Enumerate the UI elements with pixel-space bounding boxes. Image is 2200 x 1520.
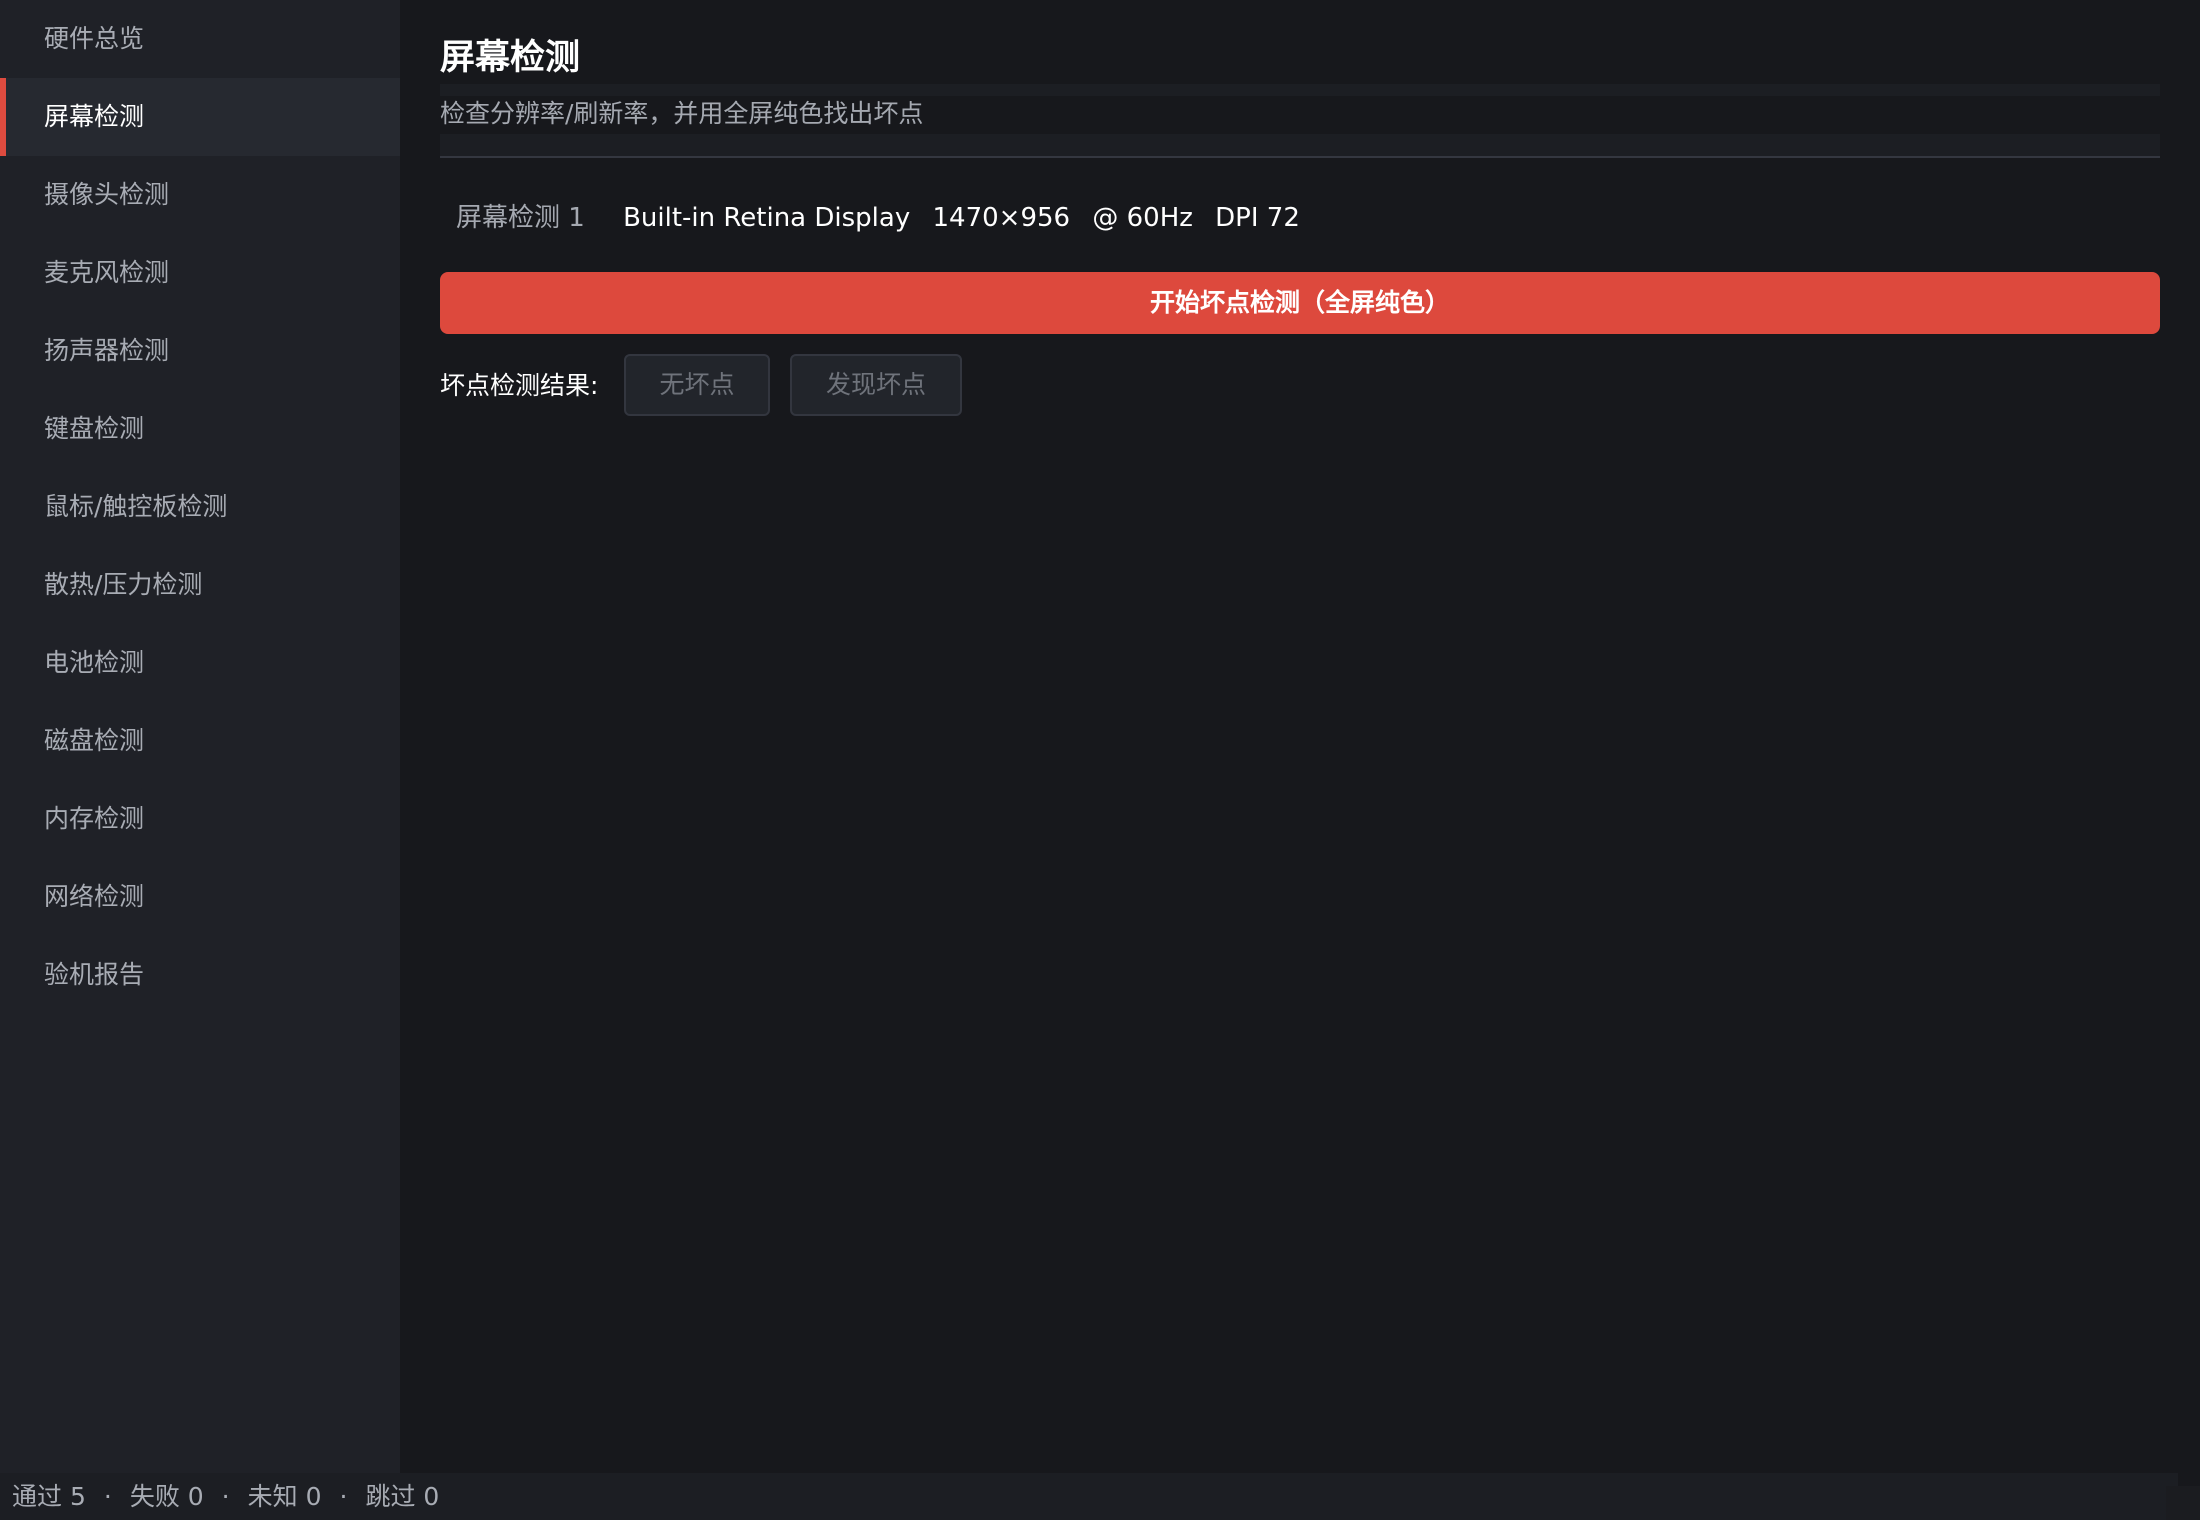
status-bar: 通过 5 · 失败 0 · 未知 0 · 跳过 0 xyxy=(0,1473,2178,1520)
sidebar: 硬件总览 屏幕检测 摄像头检测 麦克风检测 扬声器检测 键盘检测 鼠标/触控板检… xyxy=(0,0,400,1473)
sidebar-item-thermal-stress-test[interactable]: 散热/压力检测 xyxy=(0,546,400,624)
sidebar-item-inspection-report[interactable]: 验机报告 xyxy=(0,936,400,1014)
display-label: 屏幕检测 1 xyxy=(456,203,585,233)
dead-pixel-result-label: 坏点检测结果: xyxy=(440,371,599,400)
status-failed-count: 失败 0 xyxy=(129,1482,204,1511)
sidebar-item-disk-test[interactable]: 磁盘检测 xyxy=(0,702,400,780)
status-separator: · xyxy=(221,1482,230,1511)
display-refresh-rate: @ 60Hz xyxy=(1092,203,1193,233)
page-subtitle: 检查分辨率/刷新率，并用全屏纯色找出坏点 xyxy=(440,99,924,128)
page-title: 屏幕检测 xyxy=(440,38,581,78)
main-panel: 屏幕检测 检查分辨率/刷新率，并用全屏纯色找出坏点 屏幕检测 1 Built-i… xyxy=(440,0,2160,1473)
sidebar-item-microphone-test[interactable]: 麦克风检测 xyxy=(0,234,400,312)
status-separator: · xyxy=(339,1482,348,1511)
sidebar-item-mouse-trackpad-test[interactable]: 鼠标/触控板检测 xyxy=(0,468,400,546)
display-info-row: 屏幕检测 1 Built-in Retina Display 1470×956 … xyxy=(456,196,1314,240)
sidebar-item-battery-test[interactable]: 电池检测 xyxy=(0,624,400,702)
start-dead-pixel-test-button[interactable]: 开始坏点检测（全屏纯色） xyxy=(440,272,2160,334)
sidebar-item-screen-test[interactable]: 屏幕检测 xyxy=(0,78,400,156)
subtitle-divider xyxy=(440,134,2160,158)
status-separator: · xyxy=(103,1482,112,1511)
display-dpi: DPI 72 xyxy=(1215,203,1300,233)
sidebar-item-hardware-overview[interactable]: 硬件总览 xyxy=(0,0,400,78)
display-name: Built-in Retina Display xyxy=(623,203,911,233)
display-resolution: 1470×956 xyxy=(932,203,1071,233)
title-divider xyxy=(440,84,2160,96)
status-passed-count: 通过 5 xyxy=(12,1482,86,1511)
sidebar-item-memory-test[interactable]: 内存检测 xyxy=(0,780,400,858)
sidebar-item-network-test[interactable]: 网络检测 xyxy=(0,858,400,936)
resize-corner xyxy=(2166,1486,2200,1520)
status-skipped-count: 跳过 0 xyxy=(365,1482,440,1511)
no-dead-pixel-button[interactable]: 无坏点 xyxy=(624,354,770,416)
dead-pixel-found-button[interactable]: 发现坏点 xyxy=(790,354,962,416)
app-window: 硬件总览 屏幕检测 摄像头检测 麦克风检测 扬声器检测 键盘检测 鼠标/触控板检… xyxy=(0,0,2200,1520)
sidebar-item-speaker-test[interactable]: 扬声器检测 xyxy=(0,312,400,390)
sidebar-item-keyboard-test[interactable]: 键盘检测 xyxy=(0,390,400,468)
sidebar-item-camera-test[interactable]: 摄像头检测 xyxy=(0,156,400,234)
status-unknown-count: 未知 0 xyxy=(247,1482,322,1511)
